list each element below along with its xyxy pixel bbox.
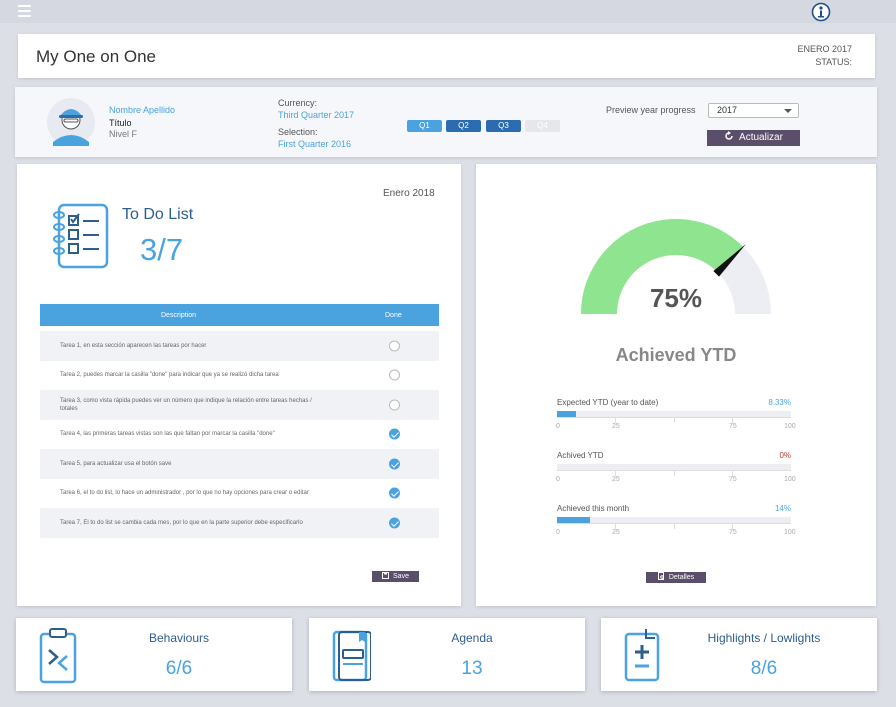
task-text: Tarea 7, El to do list se cambia cada me… — [60, 519, 303, 526]
summary-title: Behaviours — [148, 631, 210, 645]
metric-value: 0% — [779, 451, 791, 460]
summary-value: 6/6 — [165, 658, 193, 679]
axis-tick-label: 100 — [784, 476, 796, 483]
axis-tick-label: 75 — [729, 423, 737, 430]
axis-tick-label: 25 — [612, 529, 620, 536]
hamburger-menu-icon[interactable] — [18, 5, 31, 17]
metric-value: 14% — [774, 504, 791, 513]
title-date: ENERO 2017 — [797, 44, 852, 54]
checklist-icon — [53, 203, 109, 269]
summary-value: 13 — [461, 658, 483, 679]
todo-table-header: Description Done — [40, 304, 439, 326]
top-bar — [0, 0, 896, 23]
currency-value[interactable]: Third Quarter 2017 — [278, 110, 354, 120]
todo-date: Enero 2018 — [383, 188, 435, 199]
done-checkbox[interactable] — [389, 487, 400, 499]
selection-label: Selection: — [278, 127, 318, 137]
done-checkbox[interactable] — [389, 399, 400, 411]
metric-value: 8.33% — [768, 398, 791, 407]
metric-label: Achieved this month — [557, 504, 630, 513]
axis-tick-label: 25 — [612, 476, 620, 483]
summary-title: Highlights / Lowlights — [707, 631, 821, 645]
gauge-title: Achieved YTD — [615, 345, 737, 365]
refresh-button[interactable]: Actualizar — [707, 130, 800, 146]
done-checkbox[interactable] — [389, 458, 400, 470]
axis-tick-label: 25 — [612, 423, 620, 430]
title-status: STATUS: — [815, 57, 852, 67]
document-search-icon — [657, 572, 664, 580]
profile-level: Nivel F — [109, 129, 138, 139]
column-header-description: Description — [161, 312, 197, 319]
done-checkbox[interactable] — [389, 517, 400, 529]
achieved-panel: 75% Achieved YTD Expected YTD (year to d… — [476, 164, 876, 606]
refresh-label: Actualizar — [739, 132, 783, 143]
summary-card-behaviours[interactable]: Behaviours 6/6 — [16, 618, 292, 691]
table-row: Tarea 2, puedes marcar la casilla "done"… — [40, 361, 439, 391]
axis-tick-label: 0 — [556, 476, 560, 483]
year-select-value: 2017 — [717, 105, 738, 115]
todo-count: 3/7 — [140, 232, 184, 267]
task-text: Tarea 3, como vista rápida puedes ver un… — [60, 397, 312, 412]
axis-tick-label: 100 — [784, 529, 796, 536]
title-bar: My One on One ENERO 2017 STATUS: — [18, 34, 875, 78]
done-checkbox[interactable] — [389, 369, 400, 381]
done-checkbox[interactable] — [389, 340, 400, 352]
refresh-icon — [725, 131, 733, 140]
summary-title: Agenda — [451, 631, 493, 645]
quarter-button-q1[interactable]: Q1 — [407, 120, 442, 132]
todo-panel: Enero 2018 To Do List 3/7 Description Do… — [17, 164, 461, 606]
table-row: Tarea 4, las primeras tareas vistas son … — [40, 420, 439, 450]
axis-tick-label: 75 — [729, 476, 737, 483]
gauge-percent: 75% — [649, 283, 703, 313]
table-row: Tarea 6, el to do list, lo hace un admin… — [40, 479, 439, 509]
column-header-done: Done — [385, 312, 402, 319]
task-text: Tarea 2, puedes marcar la casilla "done"… — [60, 372, 279, 379]
summary-card-highlights[interactable]: Highlights / Lowlights 8/6 — [601, 618, 877, 691]
avatar — [47, 98, 95, 146]
table-row: Tarea 1, en esta sección aparecen las ta… — [40, 331, 439, 361]
quarter-button-q3[interactable]: Q3 — [486, 120, 521, 132]
axis-tick-label: 0 — [556, 529, 560, 536]
task-text: Tarea 6, el to do list, lo hace un admin… — [60, 490, 309, 497]
axis-tick-label: 75 — [729, 529, 737, 536]
year-select[interactable]: 2017 — [708, 103, 799, 118]
profile-title: Título — [109, 118, 132, 128]
summary-value: 8/6 — [750, 658, 778, 679]
profile-panel: Nombre Apellido Título Nivel F Currency:… — [15, 87, 877, 157]
task-text: Tarea 1, en esta sección aparecen las ta… — [60, 342, 207, 349]
page-title: My One on One — [36, 47, 157, 66]
chevron-down-icon — [784, 109, 792, 113]
selection-value[interactable]: First Quarter 2016 — [278, 139, 351, 149]
save-label: Save — [393, 573, 409, 580]
save-button[interactable]: Save — [372, 571, 419, 582]
table-row: Tarea 5, para actualizar usa el botón sa… — [40, 449, 439, 479]
table-row: Tarea 3, como vista rápida puedes ver un… — [40, 390, 439, 420]
preview-year-label: Preview year progress — [606, 105, 696, 115]
axis-tick-label: 100 — [784, 423, 796, 430]
metric-label: Expected YTD (year to date) — [557, 398, 659, 407]
todo-table: Description Done Tarea 1, en esta secció… — [40, 304, 439, 538]
done-checkbox[interactable] — [389, 428, 400, 440]
details-button[interactable]: Detalles — [646, 572, 706, 583]
quarter-button-q2[interactable]: Q2 — [446, 120, 481, 132]
table-row: Tarea 7, El to do list se cambia cada me… — [40, 508, 439, 538]
quarter-button-q4[interactable]: Q4 — [525, 120, 560, 132]
save-icon — [382, 572, 390, 579]
details-label: Detalles — [668, 574, 695, 581]
profile-name[interactable]: Nombre Apellido — [109, 105, 175, 115]
currency-label: Currency: — [278, 98, 318, 108]
info-logo-icon[interactable] — [811, 2, 831, 22]
axis-tick-label: 0 — [556, 423, 560, 430]
task-text: Tarea 4, las primeras tareas vistas son … — [60, 431, 275, 438]
todo-title: To Do List — [122, 206, 194, 223]
metric-label: Achived YTD — [557, 451, 604, 460]
task-text: Tarea 5, para actualizar usa el botón sa… — [60, 460, 172, 467]
summary-card-agenda[interactable]: Agenda 13 — [309, 618, 585, 691]
